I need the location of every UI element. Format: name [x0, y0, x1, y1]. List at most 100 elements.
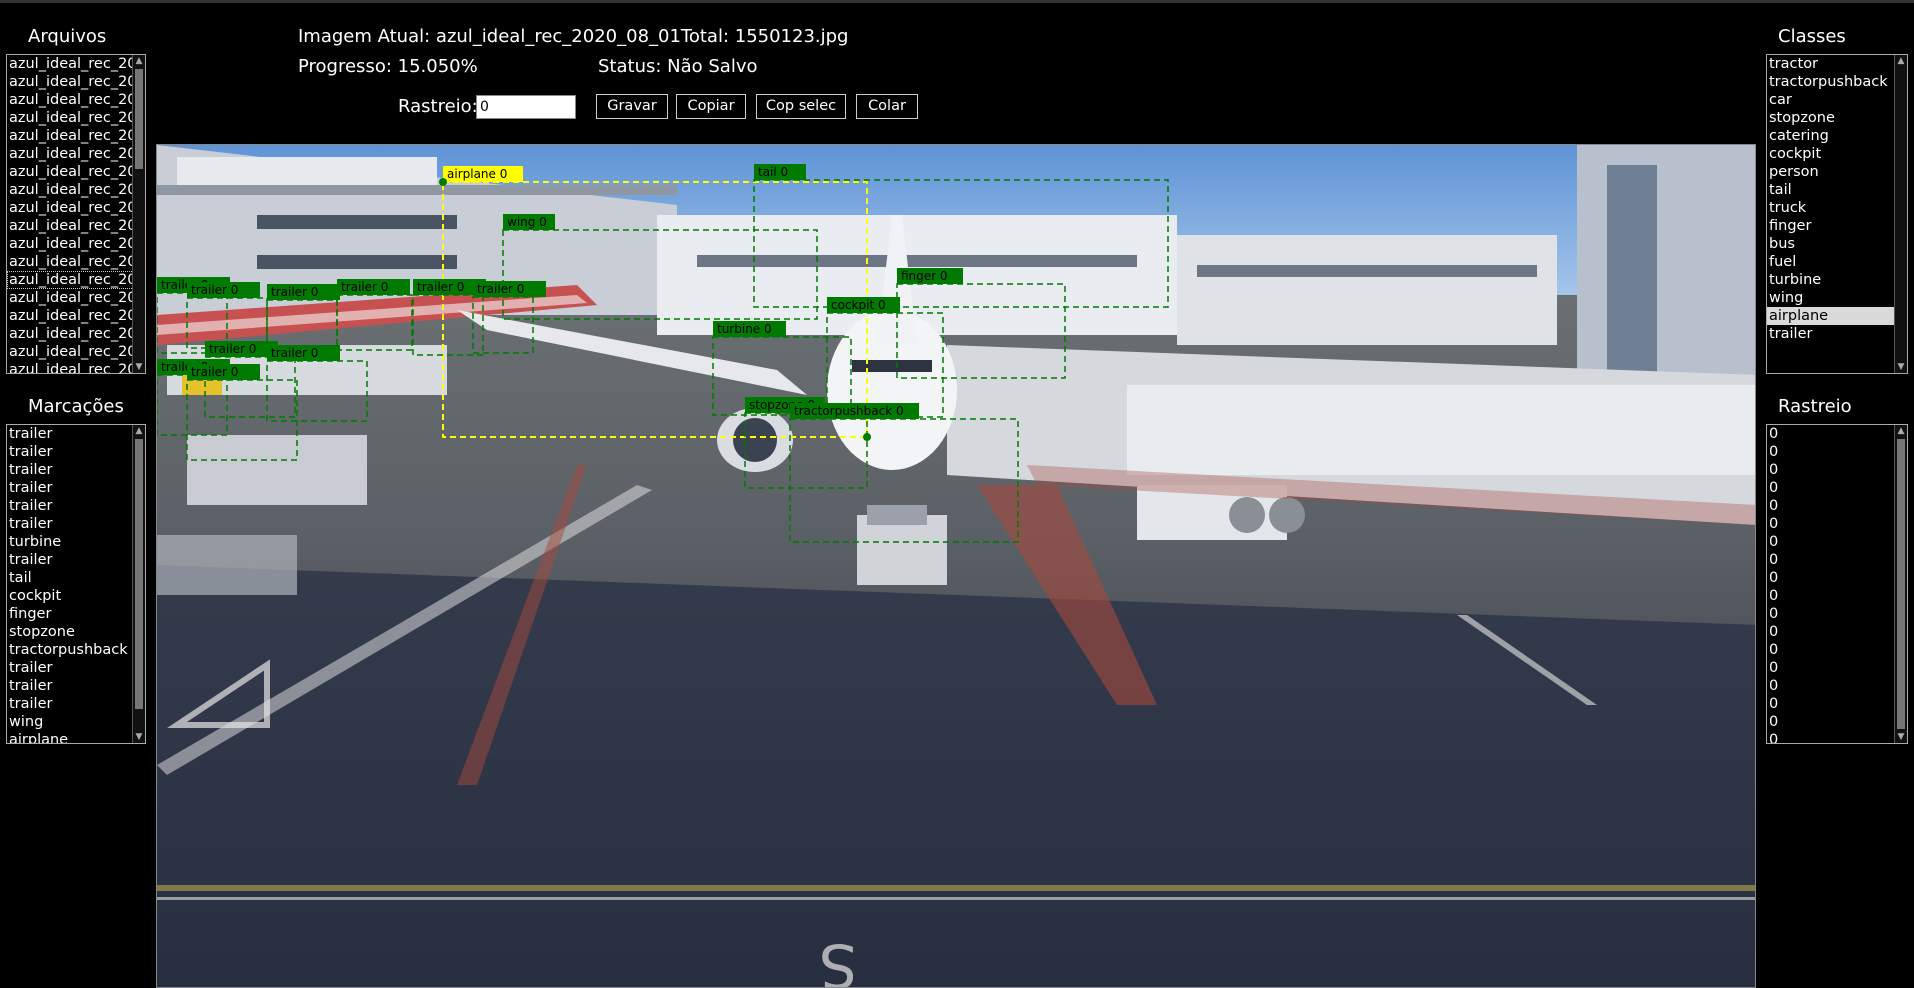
file-list-item[interactable]: azul_ideal_rec_202 [7, 181, 134, 199]
files-listbox[interactable]: azul_ideal_rec_202 azul_ideal_rec_202 azul… [6, 54, 146, 374]
class-list-item[interactable]: truck [1767, 199, 1896, 217]
class-list-item[interactable]: trailer [1767, 325, 1896, 343]
mark-list-item[interactable]: trailer [7, 461, 134, 479]
scroll-up-arrow-icon[interactable]: ▲ [1895, 55, 1907, 67]
class-list-item[interactable]: tail [1767, 181, 1896, 199]
tracking-list-item[interactable]: 0 [1767, 731, 1896, 743]
copy-button[interactable]: Copiar [676, 94, 746, 119]
tracking-list-item[interactable]: 0 [1767, 677, 1896, 695]
file-list-item[interactable]: azul_ideal_rec_202 [7, 289, 134, 307]
mark-list-item[interactable]: trailer [7, 677, 134, 695]
file-list-item[interactable]: azul_ideal_rec_202 [7, 73, 134, 91]
scroll-down-arrow-icon[interactable]: ▼ [133, 361, 145, 373]
file-list-item[interactable]: azul_ideal_rec_202 [7, 253, 134, 271]
ground-number: S [819, 930, 857, 988]
mark-list-item[interactable]: airplane [7, 731, 134, 743]
mark-list-item[interactable]: tractorpushback [7, 641, 134, 659]
scroll-up-arrow-icon[interactable]: ▲ [133, 425, 145, 437]
marks-listbox[interactable]: trailer trailer trailer trailer trailer trail… [6, 424, 146, 744]
class-list-item[interactable]: person [1767, 163, 1896, 181]
file-list-item[interactable]: azul_ideal_rec_202 [7, 343, 134, 361]
annotation-label: cockpit 0 [831, 298, 886, 312]
scroll-thumb[interactable] [135, 439, 143, 709]
file-list-item[interactable]: azul_ideal_rec_202 [7, 271, 134, 289]
tracking-list-item[interactable]: 0 [1767, 479, 1896, 497]
tracking-input-label: Rastreio: [398, 96, 478, 117]
save-button[interactable]: Gravar [596, 94, 668, 119]
tracking-list-item[interactable]: 0 [1767, 641, 1896, 659]
class-list-item[interactable]: wing [1767, 289, 1896, 307]
class-list-item[interactable]: tractorpushback [1767, 73, 1896, 91]
tracking-list-item[interactable]: 0 [1767, 569, 1896, 587]
annotation-label: tail 0 [758, 165, 788, 179]
tracking-list-item[interactable]: 0 [1767, 497, 1896, 515]
class-list-item[interactable]: stopzone [1767, 109, 1896, 127]
mark-list-item[interactable]: trailer [7, 497, 134, 515]
mark-list-item[interactable]: trailer [7, 425, 134, 443]
tracking-list-item[interactable]: 0 [1767, 443, 1896, 461]
tracking-list-item[interactable]: 0 [1767, 623, 1896, 641]
tracking-list-item[interactable]: 0 [1767, 425, 1896, 443]
file-list-item[interactable]: azul_ideal_rec_202 [7, 127, 134, 145]
tracking-list-item[interactable]: 0 [1767, 713, 1896, 731]
class-list-item[interactable]: finger [1767, 217, 1896, 235]
mark-list-item[interactable]: trailer [7, 659, 134, 677]
tracking-list-item[interactable]: 0 [1767, 605, 1896, 623]
file-list-item[interactable]: azul_ideal_rec_202 [7, 145, 134, 163]
class-list-item[interactable]: car [1767, 91, 1896, 109]
class-list-item[interactable]: catering [1767, 127, 1896, 145]
file-list-item[interactable]: azul_ideal_rec_202 [7, 217, 134, 235]
scroll-thumb[interactable] [135, 69, 143, 169]
classes-listbox[interactable]: tractor tractorpushback car stopzone caterin… [1766, 54, 1908, 374]
file-list-item[interactable]: azul_ideal_rec_202 [7, 235, 134, 253]
file-list-item[interactable]: azul_ideal_rec_202 [7, 307, 134, 325]
mark-list-item[interactable]: wing [7, 713, 134, 731]
scroll-up-arrow-icon[interactable]: ▲ [1895, 425, 1907, 437]
mark-list-item[interactable]: trailer [7, 479, 134, 497]
file-list-item[interactable]: azul_ideal_rec_202 [7, 55, 134, 73]
tracking-list-item[interactable]: 0 [1767, 695, 1896, 713]
mark-list-item[interactable]: cockpit [7, 587, 134, 605]
mark-list-item[interactable]: tail [7, 569, 134, 587]
file-list-item[interactable]: azul_ideal_rec_202 [7, 91, 134, 109]
copy-selected-button[interactable]: Cop selec [756, 94, 846, 119]
mark-list-item[interactable]: trailer [7, 551, 134, 569]
class-list-item[interactable]: bus [1767, 235, 1896, 253]
mark-list-item[interactable]: finger [7, 605, 134, 623]
scroll-down-arrow-icon[interactable]: ▼ [1895, 361, 1907, 373]
mark-list-item[interactable]: turbine [7, 533, 134, 551]
classes-scrollbar[interactable]: ▲ ▼ [1894, 55, 1907, 373]
class-list-item[interactable]: airplane [1767, 307, 1896, 325]
mark-list-item[interactable]: trailer [7, 515, 134, 533]
tracking-list-item[interactable]: 0 [1767, 533, 1896, 551]
mark-list-item[interactable]: trailer [7, 443, 134, 461]
scroll-down-arrow-icon[interactable]: ▼ [1895, 731, 1907, 743]
class-list-item[interactable]: tractor [1767, 55, 1896, 73]
tracking-input[interactable] [476, 95, 576, 119]
scroll-down-arrow-icon[interactable]: ▼ [133, 731, 145, 743]
files-scrollbar[interactable]: ▲ ▼ [132, 55, 145, 373]
file-list-item[interactable]: azul_ideal_rec_202 [7, 325, 134, 343]
mark-list-item[interactable]: trailer [7, 695, 134, 713]
class-list-item[interactable]: cockpit [1767, 145, 1896, 163]
tracking-scrollbar[interactable]: ▲ ▼ [1894, 425, 1907, 743]
file-list-item[interactable]: azul_ideal_rec_202 [7, 199, 134, 217]
scroll-thumb[interactable] [1897, 439, 1905, 729]
file-list-item[interactable]: azul_ideal_rec_202 [7, 109, 134, 127]
tracking-list-item[interactable]: 0 [1767, 515, 1896, 533]
file-list-item[interactable]: azul_ideal_rec_202 [7, 163, 134, 181]
tracking-list-item[interactable]: 0 [1767, 551, 1896, 569]
mark-list-item[interactable]: stopzone [7, 623, 134, 641]
resize-handle[interactable] [439, 178, 447, 186]
tracking-listbox[interactable]: 000000000000000000 ▲ ▼ [1766, 424, 1908, 744]
file-list-item[interactable]: azul_ideal_rec_202 [7, 361, 134, 373]
class-list-item[interactable]: turbine [1767, 271, 1896, 289]
scroll-up-arrow-icon[interactable]: ▲ [133, 55, 145, 67]
marks-scrollbar[interactable]: ▲ ▼ [132, 425, 145, 743]
class-list-item[interactable]: fuel [1767, 253, 1896, 271]
tracking-list-item[interactable]: 0 [1767, 461, 1896, 479]
paste-button[interactable]: Colar [856, 94, 918, 119]
tracking-list-item[interactable]: 0 [1767, 659, 1896, 677]
tracking-list-item[interactable]: 0 [1767, 587, 1896, 605]
image-canvas[interactable]: S airplane 0 tail 0 wing 0 finger 0 cockpit … [156, 144, 1756, 988]
